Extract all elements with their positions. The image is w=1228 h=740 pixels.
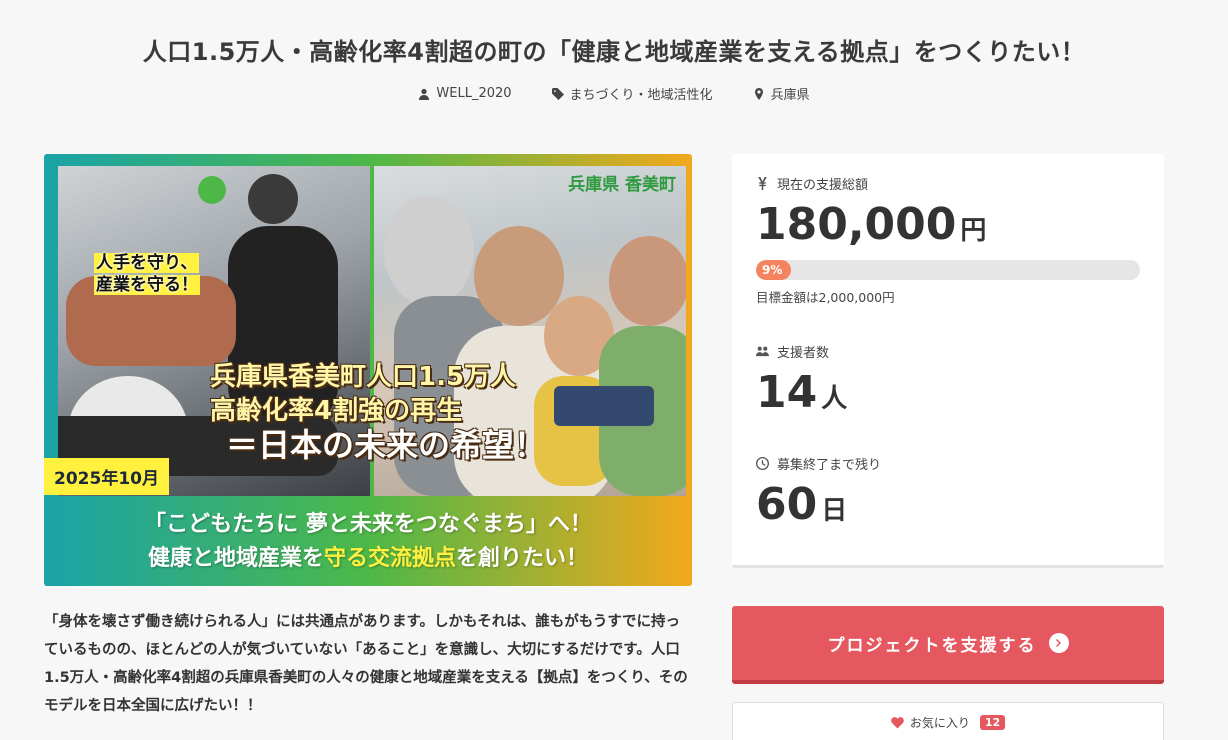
project-meta: WELL_2020 まちづくり・地域活性化 兵庫県 [0,84,1228,103]
category-name: まちづくり・地域活性化 [569,88,713,103]
project-description: 「身体を壊さず働き続けられる人」には共通点があります。しかもそれは、誰もがもうす… [44,614,688,714]
person-icon [419,88,430,100]
remaining-count: 60 [756,479,818,530]
project-title: 人口1.5万人・高齢化率4割超の町の「健康と地域産業を支える拠点」をつくりたい！ [142,38,1086,66]
support-button-label: プロジェクトを支援する [827,635,1037,656]
favorite-count-badge: 12 [979,714,1006,730]
hero-note: 人手を守り、 産業を守る！ [94,253,200,295]
funding-card: 現在の支援総額 180,000 円 9% 目標金額は2,000,000円 支援者… [732,154,1164,568]
author-link[interactable]: WELL_2020 [418,84,512,103]
hero-image: 兵庫県 香美町 人手を守り、 産業を守る！ 兵庫県香美町人口1.5万人 高齢化率… [44,154,692,586]
heart-icon [891,716,904,728]
hero-band: 「こどもたちに 夢と未来をつなぐまち」へ！ 健康と地域産業を守る交流拠点を創りた… [144,512,592,571]
hero-location-tag: 兵庫県 香美町 [568,175,676,195]
total-amount: 180,000 [756,199,957,250]
clock-icon [756,457,769,470]
map-pin-icon [754,87,763,100]
tag-icon [551,87,564,100]
progress-bar: 9% [756,260,1140,280]
arrow-circle-right-icon [1048,633,1069,653]
users-icon [756,346,769,357]
supporters-count: 14 [756,367,818,418]
total-block: 現在の支援総額 180,000 円 9% 目標金額は2,000,000円 [756,174,1140,306]
goal-text: 目標金額は2,000,000円 [756,290,895,305]
supporters-unit: 人 [821,384,848,414]
category-link[interactable]: まちづくり・地域活性化 [551,84,713,103]
total-unit: 円 [960,216,987,246]
favorite-button[interactable]: お気に入り 12 [732,702,1164,740]
hero-headline: 兵庫県香美町人口1.5万人 高齢化率4割強の再生 ＝日本の未来の希望！ [210,362,547,464]
remaining-block: 募集終了まで残り 60 日 [756,454,1140,530]
favorite-label: お気に入り [909,715,970,730]
location-link[interactable]: 兵庫県 [753,84,810,103]
hero-date-badge: 2025年10月 [44,458,169,495]
author-name: WELL_2020 [436,86,512,101]
progress-fill: 9% [756,260,791,280]
remaining-unit: 日 [821,496,848,526]
supporters-block: 支援者数 14 人 [756,342,1140,418]
support-project-button[interactable]: プロジェクトを支援する [732,606,1164,684]
supporters-label: 支援者数 [777,346,830,361]
remaining-label: 募集終了まで残り [777,458,882,473]
yen-icon [758,177,767,190]
total-label: 現在の支援総額 [777,178,869,193]
location-name: 兵庫県 [770,88,810,103]
